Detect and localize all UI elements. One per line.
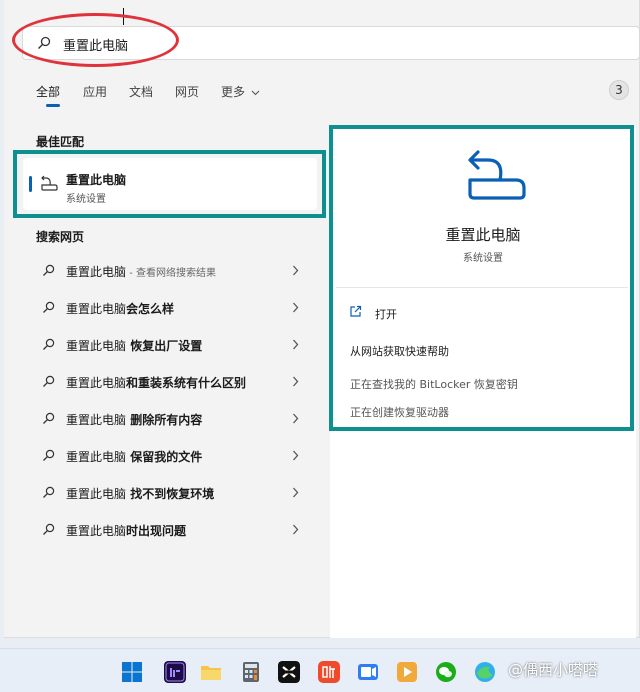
web-result-query: 重置此电脑 (66, 487, 127, 501)
chevron-right-icon (293, 524, 299, 535)
media-player-icon[interactable] (396, 661, 418, 683)
wechat-icon[interactable] (435, 661, 457, 683)
chevron-right-icon (293, 450, 299, 461)
calculator-icon[interactable] (240, 661, 262, 683)
web-result-item[interactable]: 重置此电脑 保留我的文件 (36, 443, 306, 469)
web-result-item[interactable]: 重置此电脑 找不到恢复环境 (36, 480, 306, 506)
search-icon (43, 264, 55, 276)
web-result-text: 重置此电脑 保留我的文件 (66, 448, 202, 465)
web-result-query: 重置此电脑 (66, 413, 127, 427)
web-result-text: 重置此电脑 删除所有内容 (66, 411, 202, 428)
web-result-text: 重置此电脑 找不到恢复环境 (66, 485, 214, 502)
chevron-right-icon (293, 376, 299, 387)
chevron-right-icon (293, 487, 299, 498)
chevron-right-icon (293, 265, 299, 276)
search-icon (43, 338, 55, 350)
web-result-suggestion: 找不到恢复环境 (126, 487, 215, 501)
chevron-right-icon (293, 339, 299, 350)
web-result-query: 重置此电脑 (66, 339, 127, 353)
ting-app-icon[interactable] (318, 661, 340, 683)
browser-icon[interactable] (474, 661, 496, 683)
web-result-query: 重置此电脑 (66, 302, 127, 316)
web-result-query: 重置此电脑 (66, 376, 127, 390)
search-web-heading: 搜索网页 (36, 230, 85, 244)
web-result-suggestion: 保留我的文件 (126, 450, 203, 464)
web-result-item[interactable]: 重置此电脑会怎么样 (36, 295, 306, 321)
tab-more-label: 更多 (221, 85, 246, 99)
search-icon (43, 375, 55, 387)
web-result-suggestion: 会怎么样 (126, 302, 175, 316)
file-explorer-icon[interactable] (200, 661, 222, 683)
active-tab-indicator (46, 104, 60, 107)
search-icon (43, 412, 55, 424)
windows-start-icon[interactable] (121, 661, 143, 683)
tab-apps[interactable]: 应用 (83, 83, 107, 100)
best-match-highlight-box (13, 150, 326, 218)
web-result-query: 重置此电脑 (66, 265, 127, 279)
tab-more[interactable]: 更多 (221, 83, 260, 100)
tab-web[interactable]: 网页 (175, 83, 199, 100)
web-result-suggestion: 删除所有内容 (126, 413, 203, 427)
web-result-query: 重置此电脑 (66, 524, 127, 538)
web-result-query: 重置此电脑 (66, 450, 127, 464)
search-icon (43, 301, 55, 313)
web-result-text: 重置此电脑时出现问题 (66, 522, 186, 539)
web-result-item[interactable]: 重置此电脑和重装系统有什么区别 (36, 369, 306, 395)
tab-all[interactable]: 全部 (36, 83, 60, 100)
web-result-text: 重置此电脑会怎么样 (66, 300, 174, 317)
web-result-suffix: - 查看网络搜索结果 (126, 268, 216, 279)
web-result-text: 重置此电脑 恢复出厂设置 (66, 337, 202, 354)
web-result-text: 重置此电脑 - 查看网络搜索结果 (66, 263, 216, 280)
chevron-down-icon (251, 90, 260, 95)
result-count-badge: 3 (609, 80, 629, 100)
tab-documents[interactable]: 文档 (129, 83, 153, 100)
capcut-icon[interactable] (278, 661, 300, 683)
web-result-suggestion: 和重装系统有什么区别 (126, 376, 247, 390)
chevron-right-icon (293, 302, 299, 313)
premiere-pro-icon[interactable] (164, 661, 186, 683)
web-result-item[interactable]: 重置此电脑 - 查看网络搜索结果 (36, 258, 306, 284)
detail-highlight-box (329, 125, 634, 431)
web-result-item[interactable]: 重置此电脑时出现问题 (36, 517, 306, 543)
web-result-item[interactable]: 重置此电脑 删除所有内容 (36, 406, 306, 432)
search-icon (43, 523, 55, 535)
web-result-suggestion: 恢复出厂设置 (126, 339, 203, 353)
chevron-right-icon (293, 413, 299, 424)
watermark: @偶西小嗒嗒 (508, 661, 599, 679)
video-app-icon[interactable] (357, 661, 379, 683)
web-result-text: 重置此电脑和重装系统有什么区别 (66, 374, 246, 391)
web-result-suggestion: 时出现问题 (126, 524, 187, 538)
search-icon (43, 449, 55, 461)
web-result-item[interactable]: 重置此电脑 恢复出厂设置 (36, 332, 306, 358)
search-highlight-oval (12, 13, 179, 67)
search-icon (43, 486, 55, 498)
best-match-heading: 最佳匹配 (36, 135, 85, 149)
